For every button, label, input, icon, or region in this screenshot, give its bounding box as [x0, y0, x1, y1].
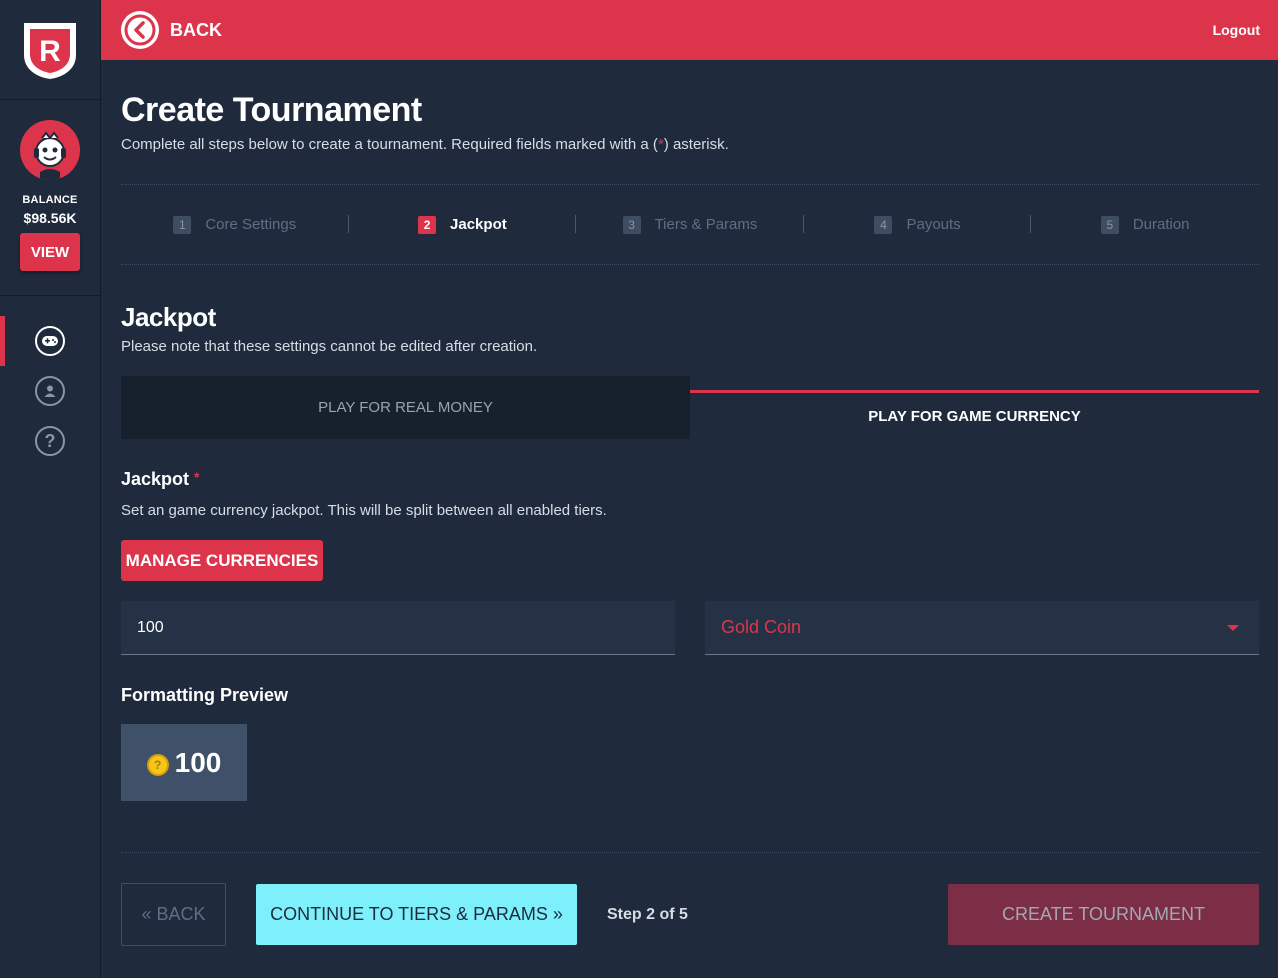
- gamepad-icon: [35, 326, 65, 356]
- brand-logo-icon[interactable]: R: [20, 19, 80, 81]
- top-back-label: BACK: [170, 19, 222, 40]
- jackpot-type-tabs: PLAY FOR REAL MONEY PLAY FOR GAME CURREN…: [121, 376, 1259, 439]
- preview-value: 100: [174, 746, 222, 778]
- step-number: 5: [1100, 215, 1119, 234]
- step-count: Step 2 of 5: [607, 905, 688, 923]
- formatting-preview: ? 100: [121, 724, 247, 801]
- page-subtitle-pre: Complete all steps below to create a tou…: [121, 136, 658, 153]
- jackpot-field-description: Set an game currency jackpot. This will …: [121, 502, 607, 519]
- step-tracker: 1 Core Settings 2 Jackpot 3 Tiers & Para…: [121, 184, 1259, 265]
- user-block: BALANCE $98.56K VIEW: [0, 100, 100, 296]
- step-duration[interactable]: 5 Duration: [1031, 215, 1259, 234]
- main-content: Create Tournament Complete all steps bel…: [121, 60, 1259, 801]
- step-number: 3: [622, 215, 641, 234]
- jackpot-field-title: Jackpot *: [121, 469, 1259, 490]
- jackpot-inputs: Gold Coin: [121, 601, 1259, 655]
- step-label: Jackpot: [450, 216, 507, 233]
- user-icon: [35, 376, 65, 406]
- preview-title: Formatting Preview: [121, 685, 289, 705]
- balance-value: $98.56K: [23, 210, 77, 226]
- step-core-settings[interactable]: 1 Core Settings: [121, 214, 349, 234]
- create-tournament-button[interactable]: CREATE TOURNAMENT: [948, 884, 1259, 945]
- manage-currencies-button[interactable]: MANAGE CURRENCIES: [121, 540, 323, 581]
- sidebar-nav: ?: [0, 316, 100, 466]
- section-subtitle: Please note that these settings cannot b…: [121, 338, 538, 355]
- avatar[interactable]: [20, 120, 80, 180]
- page-subtitle-post: ) asterisk.: [663, 136, 729, 153]
- sidebar-item-games[interactable]: [0, 316, 100, 366]
- tab-real-money[interactable]: PLAY FOR REAL MONEY: [121, 376, 690, 439]
- step-number: 1: [173, 215, 192, 234]
- help-icon: ?: [35, 426, 65, 456]
- view-balance-button[interactable]: VIEW: [20, 233, 80, 271]
- back-arrow-icon: [121, 11, 159, 49]
- brand-logo-letter: R: [39, 35, 61, 68]
- top-bar: BACK Logout: [101, 0, 1278, 60]
- page-subtitle: Complete all steps below to create a tou…: [121, 136, 1259, 153]
- gold-coin-icon: ?: [146, 753, 169, 776]
- step-number: 4: [874, 215, 893, 234]
- step-label: Payouts: [906, 216, 961, 233]
- balance-label: BALANCE: [22, 194, 78, 206]
- step-label: Tiers & Params: [654, 216, 758, 233]
- sidebar-item-profile[interactable]: [0, 366, 100, 416]
- step-label: Duration: [1132, 216, 1190, 233]
- continue-button[interactable]: CONTINUE TO TIERS & PARAMS »: [256, 884, 577, 945]
- step-number: 2: [418, 215, 437, 234]
- jackpot-field-label: Jackpot: [121, 469, 190, 489]
- top-back-button[interactable]: BACK: [121, 11, 222, 49]
- wizard-footer: « BACK CONTINUE TO TIERS & PARAMS » Step…: [121, 852, 1259, 946]
- currency-select[interactable]: Gold Coin: [705, 601, 1259, 655]
- section-title: Jackpot: [121, 302, 216, 332]
- currency-selected-value: Gold Coin: [721, 617, 802, 637]
- tab-game-currency[interactable]: PLAY FOR GAME CURRENCY: [690, 390, 1259, 439]
- back-step-button[interactable]: « BACK: [121, 883, 226, 946]
- step-label: Core Settings: [205, 216, 297, 233]
- sidebar-item-help[interactable]: ?: [0, 416, 100, 466]
- required-asterisk: *: [194, 469, 200, 485]
- logo-container: R: [0, 0, 100, 100]
- logout-link[interactable]: Logout: [1213, 22, 1260, 38]
- avatar-face-icon: [34, 131, 66, 180]
- jackpot-amount-input[interactable]: [121, 601, 675, 655]
- chevron-down-icon: [1227, 624, 1239, 631]
- step-jackpot[interactable]: 2 Jackpot: [349, 214, 577, 234]
- sidebar: R BALANCE $98.56K VIEW ?: [0, 0, 101, 978]
- footer-actions: « BACK CONTINUE TO TIERS & PARAMS » Step…: [121, 883, 1259, 946]
- page-title: Create Tournament: [121, 91, 422, 129]
- step-tiers-params[interactable]: 3 Tiers & Params: [576, 214, 804, 234]
- step-payouts[interactable]: 4 Payouts: [804, 214, 1032, 234]
